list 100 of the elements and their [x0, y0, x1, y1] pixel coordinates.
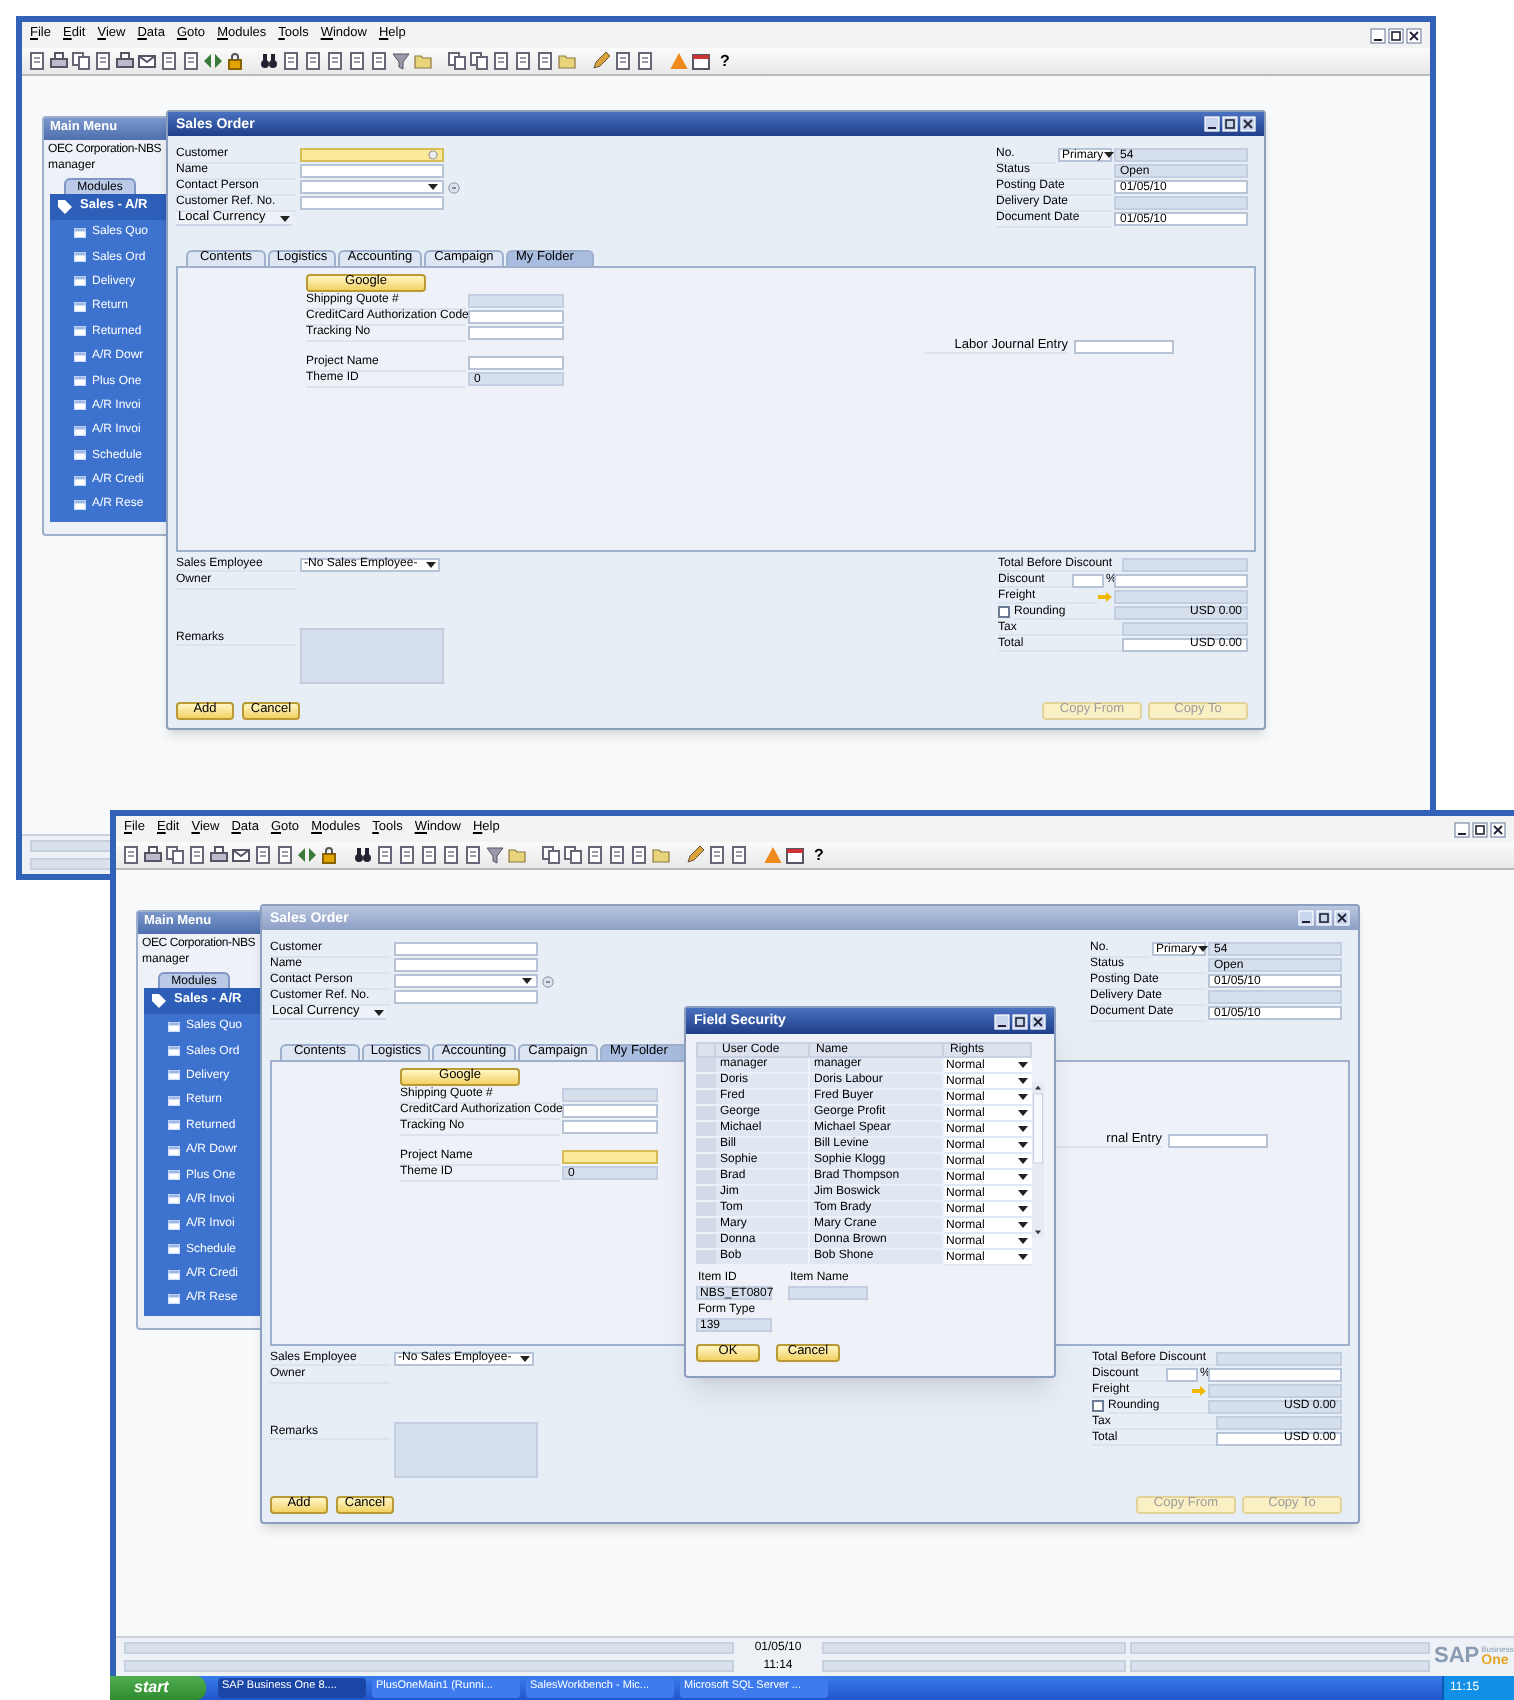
document-icon[interactable]: [608, 846, 626, 864]
document-icon[interactable]: [586, 846, 604, 864]
document-icon[interactable]: [514, 52, 532, 70]
input-field[interactable]: [1166, 1367, 1198, 1382]
remarks-field[interactable]: [394, 1421, 538, 1477]
printer-icon[interactable]: [50, 52, 68, 70]
document-icon[interactable]: [326, 52, 344, 70]
pencil-icon[interactable]: [592, 52, 610, 70]
envelope-icon[interactable]: [138, 52, 156, 70]
input-field[interactable]: [1216, 1351, 1342, 1366]
calendar-icon[interactable]: [786, 846, 804, 864]
close-icon[interactable]: [1030, 1013, 1046, 1029]
document-icon[interactable]: [276, 846, 294, 864]
document-icon[interactable]: [376, 846, 394, 864]
close-icon[interactable]: [1406, 27, 1422, 43]
input-field[interactable]: [562, 1088, 658, 1103]
input-field[interactable]: [394, 958, 538, 973]
caret-icon[interactable]: [520, 1355, 530, 1362]
input-field[interactable]: [468, 310, 564, 325]
caret-icon[interactable]: [426, 561, 436, 568]
input-field[interactable]: [788, 1286, 868, 1300]
maximize-icon[interactable]: [1316, 910, 1332, 926]
document-icon[interactable]: [188, 846, 206, 864]
close-icon[interactable]: [1490, 821, 1506, 837]
folder-icon[interactable]: [652, 846, 670, 864]
input-field[interactable]: [300, 164, 444, 179]
funnel-icon[interactable]: [392, 52, 410, 70]
document-icon[interactable]: [420, 846, 438, 864]
input-field[interactable]: [300, 148, 444, 163]
calendar-icon[interactable]: [692, 52, 710, 70]
input-field[interactable]: [562, 1104, 658, 1119]
input-field[interactable]: [1114, 196, 1248, 211]
help-button[interactable]: ?: [814, 847, 824, 863]
document-icon[interactable]: [398, 846, 416, 864]
document-icon[interactable]: [630, 846, 648, 864]
documents-icon[interactable]: [72, 52, 90, 70]
input-field[interactable]: [1074, 339, 1174, 353]
checkbox[interactable]: [998, 606, 1010, 619]
document-icon[interactable]: [370, 52, 388, 70]
input-field[interactable]: [1122, 557, 1248, 572]
documents-icon[interactable]: [166, 846, 184, 864]
input-field[interactable]: [1072, 573, 1104, 588]
close-icon[interactable]: [1240, 116, 1256, 132]
binoculars-icon[interactable]: [260, 52, 278, 70]
link-arrow-icon[interactable]: [542, 975, 554, 988]
input-field[interactable]: [1208, 990, 1342, 1005]
folder-icon[interactable]: [508, 846, 526, 864]
minimize-icon[interactable]: [1370, 27, 1386, 43]
document-icon[interactable]: [614, 52, 632, 70]
caret-icon[interactable]: [374, 1009, 384, 1015]
input-field[interactable]: [1216, 1415, 1342, 1430]
input-field[interactable]: [468, 326, 564, 341]
document-icon[interactable]: [442, 846, 460, 864]
document-icon[interactable]: [536, 52, 554, 70]
input-field[interactable]: [1114, 573, 1248, 588]
input-field[interactable]: [300, 196, 444, 211]
input-field[interactable]: [1122, 621, 1248, 636]
minimize-icon[interactable]: [1454, 821, 1470, 837]
input-field[interactable]: [468, 294, 564, 309]
input-field[interactable]: [468, 356, 564, 371]
close-icon[interactable]: [1334, 910, 1350, 926]
folder-icon[interactable]: [414, 52, 432, 70]
funnel-icon[interactable]: [486, 846, 504, 864]
checkbox[interactable]: [1092, 1400, 1104, 1413]
input-field[interactable]: [1208, 1367, 1342, 1382]
maximize-icon[interactable]: [1222, 116, 1238, 132]
input-field[interactable]: [394, 942, 538, 957]
document-icon[interactable]: [730, 846, 748, 864]
caret-icon[interactable]: [1103, 152, 1114, 159]
document-icon[interactable]: [28, 52, 46, 70]
input-field[interactable]: [1208, 1383, 1342, 1398]
link-arrow-icon[interactable]: [448, 181, 460, 194]
caret-icon[interactable]: [522, 978, 532, 985]
maximize-icon[interactable]: [1012, 1013, 1028, 1029]
document-icon[interactable]: [94, 52, 112, 70]
document-icon[interactable]: [464, 846, 482, 864]
arrows-icon[interactable]: [204, 52, 222, 70]
input-field[interactable]: [1114, 589, 1248, 604]
document-icon[interactable]: [122, 846, 140, 864]
document-icon[interactable]: [708, 846, 726, 864]
help-button[interactable]: ?: [720, 53, 730, 69]
folder-icon[interactable]: [558, 52, 576, 70]
input-field[interactable]: [562, 1150, 658, 1165]
document-icon[interactable]: [182, 52, 200, 70]
document-icon[interactable]: [282, 52, 300, 70]
remarks-field[interactable]: [300, 627, 444, 683]
document-icon[interactable]: [254, 846, 272, 864]
maximize-icon[interactable]: [1388, 27, 1404, 43]
binoculars-icon[interactable]: [354, 846, 372, 864]
document-icon[interactable]: [304, 52, 322, 70]
lock-icon[interactable]: [320, 846, 338, 864]
document-icon[interactable]: [348, 52, 366, 70]
caret-icon[interactable]: [428, 184, 438, 191]
input-field[interactable]: [394, 990, 538, 1005]
envelope-icon[interactable]: [232, 846, 250, 864]
arrows-icon[interactable]: [298, 846, 316, 864]
document-icon[interactable]: [160, 52, 178, 70]
document-icon[interactable]: [492, 52, 510, 70]
printer-icon[interactable]: [144, 846, 162, 864]
caret-icon[interactable]: [1197, 946, 1208, 953]
